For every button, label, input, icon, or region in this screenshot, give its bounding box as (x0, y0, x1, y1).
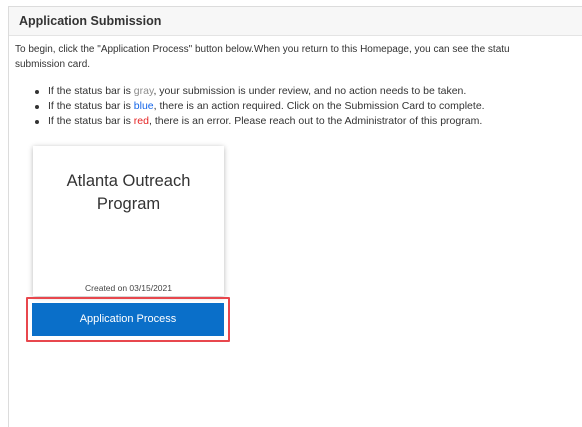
status-legend-item-red: If the status bar is red, there is an er… (34, 114, 485, 129)
bullet-prefix: If the status bar is (48, 100, 134, 112)
panel-title: Application Submission (9, 7, 582, 36)
bullet-prefix: If the status bar is (48, 85, 134, 97)
intro-line-2: submission card. (15, 59, 91, 70)
card-created-date: Created on 03/15/2021 (85, 283, 172, 293)
bullet-suffix: , there is an action required. Click on … (153, 100, 485, 112)
bullet-suffix: , your submission is under review, and n… (153, 85, 467, 97)
color-word-red: red (133, 115, 149, 127)
submission-card[interactable]: Atlanta Outreach Program Created on 03/1… (33, 146, 224, 296)
status-legend-list: If the status bar is gray, your submissi… (34, 84, 485, 129)
status-legend-item-gray: If the status bar is gray, your submissi… (34, 84, 485, 99)
status-legend-item-blue: If the status bar is blue, there is an a… (34, 99, 485, 114)
intro-text: To begin, click the "Application Process… (15, 42, 582, 72)
intro-line-1: To begin, click the "Application Process… (15, 44, 510, 55)
card-title: Atlanta Outreach Program (66, 172, 191, 213)
color-word-gray: gray (133, 85, 154, 97)
bullet-prefix: If the status bar is (48, 115, 134, 127)
bullet-suffix: , there is an error. Please reach out to… (148, 115, 483, 127)
color-word-blue: blue (133, 100, 154, 112)
application-process-button[interactable]: Application Process (32, 303, 224, 336)
